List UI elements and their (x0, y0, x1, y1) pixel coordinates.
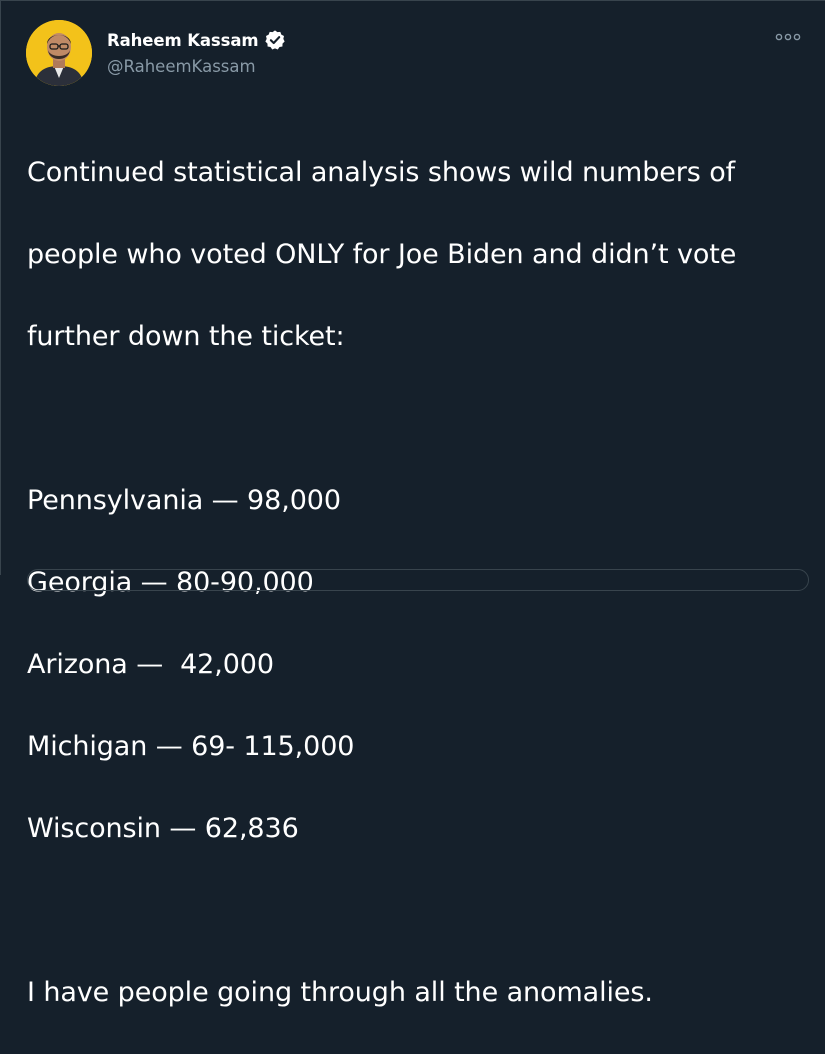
author-name-row[interactable]: Raheem Kassam (107, 29, 286, 51)
tweet-intro-line: further down the ticket: (27, 321, 345, 352)
tweet-intro-line: people who voted ONLY for Joe Biden and … (27, 239, 737, 270)
more-options-icon[interactable] (775, 29, 801, 43)
tweet-card[interactable]: Raheem Kassam @RaheemKassam Continued st… (0, 0, 825, 1008)
state-count-line: Arizona — 42,000 (27, 649, 274, 680)
embedded-card-edge[interactable] (27, 569, 809, 591)
tweet-closing-line: I have people going through all the anom… (27, 977, 653, 1008)
avatar-photo-icon (26, 20, 92, 86)
tweet-intro-line: Continued statistical analysis shows wil… (27, 157, 736, 188)
state-count-line: Pennsylvania — 98,000 (27, 485, 341, 516)
author-avatar[interactable] (26, 20, 92, 86)
author-display-name[interactable]: Raheem Kassam (107, 31, 259, 50)
author-handle[interactable]: @RaheemKassam (107, 57, 256, 76)
state-count-line: Michigan — 69- 115,000 (27, 731, 355, 762)
verified-badge-icon (264, 29, 286, 51)
state-count-line: Wisconsin — 62,836 (27, 813, 299, 844)
